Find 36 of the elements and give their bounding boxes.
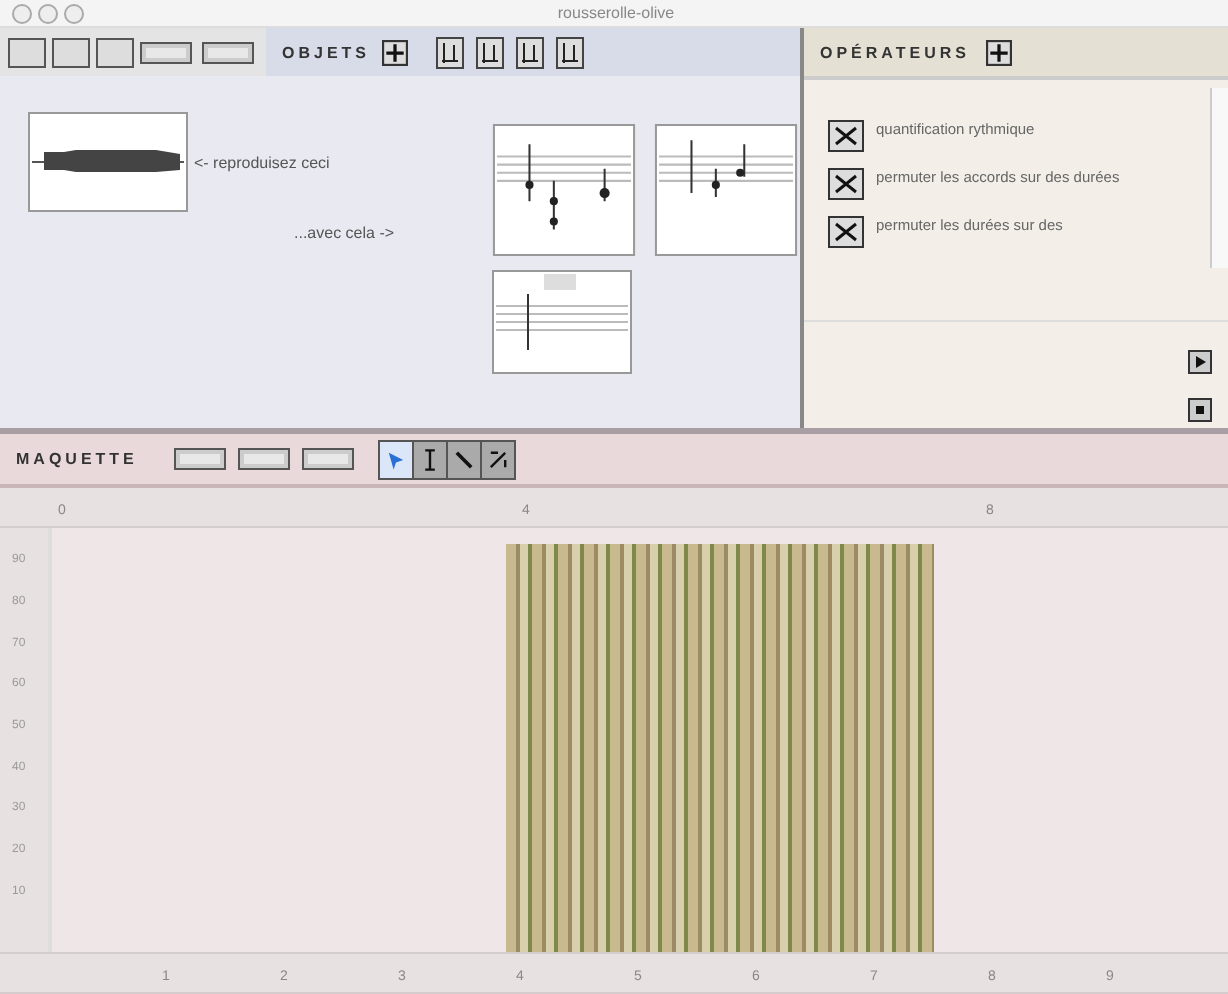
add-icon[interactable] xyxy=(382,39,409,65)
score-thumbnail[interactable] xyxy=(492,270,632,374)
pointer-icon xyxy=(383,447,408,471)
play-icon[interactable] xyxy=(1188,350,1212,374)
score-tool-icon[interactable] xyxy=(556,35,585,69)
toolbar-button[interactable] xyxy=(301,448,354,470)
operator-icon[interactable] xyxy=(828,216,864,248)
panel-title: MAQUETTE xyxy=(16,450,138,468)
score-tool-icon[interactable] xyxy=(476,35,505,69)
resize-tool-button[interactable] xyxy=(481,441,514,477)
scrollbar[interactable] xyxy=(1210,88,1228,268)
window-title: rousserolle-olive xyxy=(555,4,677,22)
operator-icon[interactable] xyxy=(828,120,864,152)
toolbar-button[interactable] xyxy=(202,41,254,63)
stop-icon[interactable] xyxy=(1188,398,1212,422)
operator-icon[interactable] xyxy=(828,168,864,200)
diagonal-line-icon xyxy=(451,447,476,471)
pointer-tool-button[interactable] xyxy=(379,441,412,477)
layout-button[interactable] xyxy=(96,37,134,67)
panel-title: OPÉRATEURS xyxy=(820,43,970,61)
layout-button[interactable] xyxy=(8,37,46,67)
toolbar-button[interactable] xyxy=(237,448,290,470)
add-icon[interactable] xyxy=(985,39,1012,65)
score-thumbnail[interactable] xyxy=(654,124,798,256)
score-tool-icon[interactable] xyxy=(516,35,545,69)
waveform-thumbnail[interactable] xyxy=(28,112,188,212)
instruction-text: ...avec cela -> xyxy=(294,224,395,242)
text-tool-button[interactable] xyxy=(413,441,446,477)
score-thumbnail[interactable] xyxy=(492,124,636,256)
score-tool-icon[interactable] xyxy=(436,35,465,69)
instruction-text: <- reproduisez ceci xyxy=(194,153,330,171)
resize-icon xyxy=(485,447,510,471)
toolbar-button[interactable] xyxy=(173,448,226,470)
panel-title: OBJETS xyxy=(282,43,371,61)
toolbar-button[interactable] xyxy=(140,41,192,63)
layout-button[interactable] xyxy=(52,37,90,67)
